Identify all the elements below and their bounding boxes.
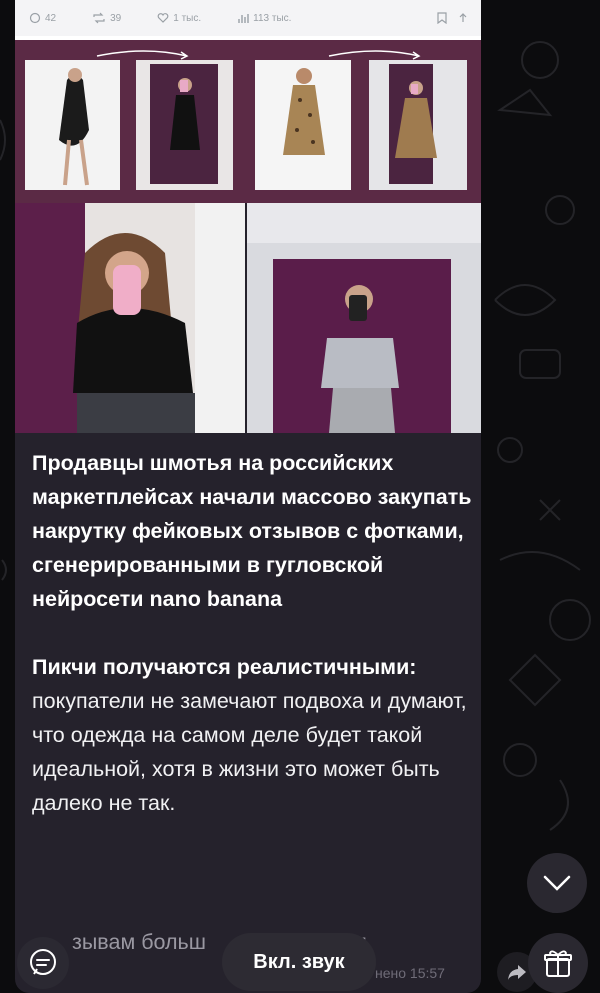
chat-button[interactable] [17, 937, 69, 989]
scroll-down-button[interactable] [527, 853, 587, 913]
message-time: нено 15:57 [375, 965, 445, 981]
post-headline: Продавцы шмотья на российских маркетплей… [32, 451, 472, 611]
post-text: Продавцы шмотья на российских маркетплей… [32, 446, 472, 854]
photo-selfie-grey-top[interactable] [247, 203, 481, 433]
embedded-stats-bar: 42 39 1 тыс. 113 тыс. [15, 0, 481, 36]
heart-icon [157, 13, 169, 23]
arrow-icon [96, 50, 189, 60]
reposts-stat: 39 [92, 12, 121, 24]
chat-icon [30, 949, 56, 975]
embedded-screenshot: 42 39 1 тыс. 113 тыс. [15, 0, 481, 203]
gift-icon [544, 950, 572, 977]
fitting-photo-dress-leopard [369, 60, 467, 190]
comparison-collage [15, 40, 481, 203]
arrow-icon [328, 50, 421, 60]
fitting-photo-dress-black [136, 60, 233, 190]
bookmark-icon [437, 12, 447, 24]
model-photo-dress-leopard [255, 60, 351, 190]
comment-icon [29, 12, 41, 24]
sound-on-button[interactable]: Вкл. звук [222, 933, 376, 991]
views-stat: 113 тыс. [237, 12, 291, 24]
model-photo-dress-black [25, 60, 120, 190]
likes-stat: 1 тыс. [157, 12, 201, 24]
scroll-down-icon [543, 875, 571, 891]
post-paragraph-rest: покупатели не замечают подвоха и думают,… [32, 689, 467, 815]
post-paragraph: Пикчи получаются реалистичными: покупате… [32, 650, 472, 820]
message-bubble: 42 39 1 тыс. 113 тыс. Продавцы шмотья на… [15, 0, 481, 993]
gift-button[interactable] [528, 933, 588, 993]
views-icon [238, 14, 249, 23]
share-icon [459, 13, 467, 22]
post-paragraph-bold: Пикчи получаются реалистичными: [32, 655, 417, 679]
comments-stat: 42 [29, 12, 56, 24]
repost-icon [93, 12, 105, 24]
photo-selfie-black-top[interactable] [15, 203, 245, 433]
forward-icon [508, 965, 526, 980]
